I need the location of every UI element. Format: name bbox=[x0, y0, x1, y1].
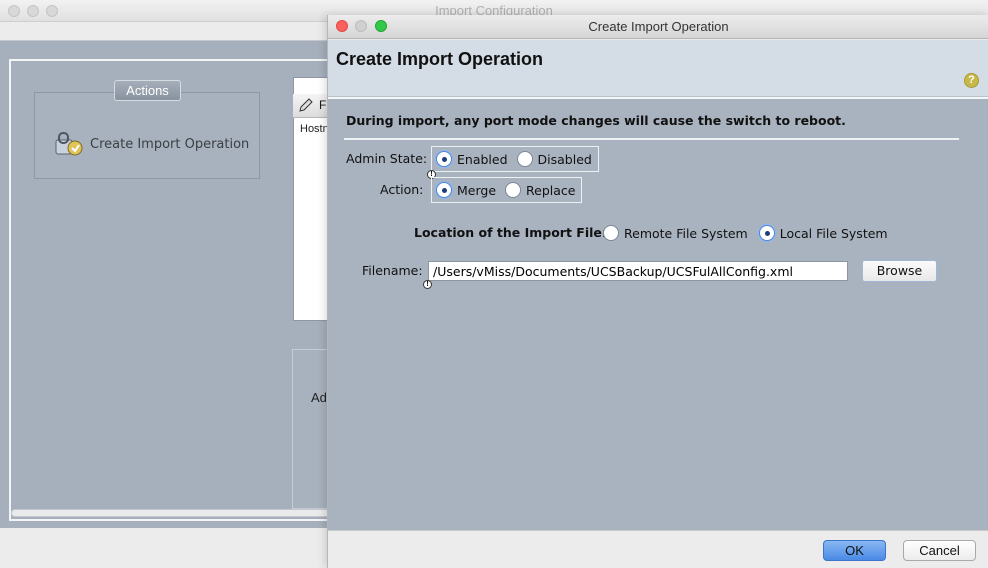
filename-field[interactable] bbox=[428, 261, 848, 281]
admin-state-enabled-label: Enabled bbox=[457, 151, 508, 167]
divider bbox=[344, 138, 959, 140]
dialog-window-title: Create Import Operation bbox=[588, 19, 729, 34]
action-label: Action: bbox=[380, 182, 424, 197]
dialog-footer: OK Cancel bbox=[328, 530, 988, 568]
dialog-header: Create Import Operation ? bbox=[328, 40, 988, 97]
create-import-operation-label: Create Import Operation bbox=[90, 136, 250, 152]
radio-selected-icon[interactable] bbox=[436, 182, 452, 198]
browse-button[interactable]: Browse bbox=[862, 260, 937, 282]
admin-state-disabled-radio[interactable]: Disabled bbox=[516, 151, 592, 167]
ok-button[interactable]: OK bbox=[823, 540, 886, 561]
pencil-icon bbox=[299, 98, 313, 112]
admin-state-disabled-label: Disabled bbox=[537, 151, 592, 167]
action-group: Merge Replace bbox=[431, 177, 583, 203]
admin-state-group: Enabled Disabled bbox=[431, 146, 599, 172]
background-bottom-bar bbox=[0, 536, 330, 568]
dialog-titlebar: Create Import Operation bbox=[328, 15, 988, 39]
table-row-fragment: Hostn bbox=[300, 123, 329, 135]
admin-state-label: Admin State: bbox=[346, 151, 428, 166]
radio-unselected-icon[interactable] bbox=[603, 225, 619, 241]
horizontal-scrollbar[interactable] bbox=[11, 509, 331, 517]
local-file-system-radio[interactable]: Local File System bbox=[758, 225, 888, 241]
dialog-body: During import, any port mode changes wil… bbox=[328, 97, 988, 530]
reboot-warning: During import, any port mode changes wil… bbox=[346, 113, 846, 128]
admin-state-enabled-radio[interactable]: Enabled bbox=[436, 151, 508, 167]
radio-unselected-icon[interactable] bbox=[516, 151, 533, 167]
lower-panel-fragment: Ad bbox=[311, 390, 327, 405]
page-title: Create Import Operation bbox=[336, 49, 544, 69]
remote-file-system-label: Remote File System bbox=[624, 225, 748, 241]
local-file-system-label: Local File System bbox=[779, 225, 888, 241]
radio-unselected-icon[interactable] bbox=[505, 182, 522, 198]
create-import-operation-action[interactable]: Create Import Operation bbox=[54, 130, 249, 158]
info-marker-icon: ! bbox=[423, 280, 432, 289]
location-group: Remote File System Local File System bbox=[603, 223, 899, 243]
radio-selected-icon[interactable] bbox=[758, 225, 775, 241]
radio-selected-icon[interactable] bbox=[436, 151, 452, 167]
cancel-button[interactable]: Cancel bbox=[903, 540, 976, 561]
background-lower-panel: Ad bbox=[292, 349, 332, 509]
help-icon[interactable]: ? bbox=[964, 73, 979, 88]
import-operation-icon bbox=[55, 132, 83, 156]
actions-tab: Actions bbox=[114, 80, 181, 101]
remote-file-system-radio[interactable]: Remote File System bbox=[603, 225, 748, 241]
create-import-operation-dialog: Create Import Operation Create Import Op… bbox=[327, 15, 988, 568]
location-label: Location of the Import File: bbox=[414, 225, 607, 240]
filename-label: Filename: bbox=[362, 263, 423, 278]
action-replace-radio[interactable]: Replace bbox=[505, 182, 575, 198]
action-merge-radio[interactable]: Merge bbox=[436, 182, 496, 198]
action-merge-label: Merge bbox=[457, 182, 497, 198]
action-replace-label: Replace bbox=[526, 182, 576, 198]
